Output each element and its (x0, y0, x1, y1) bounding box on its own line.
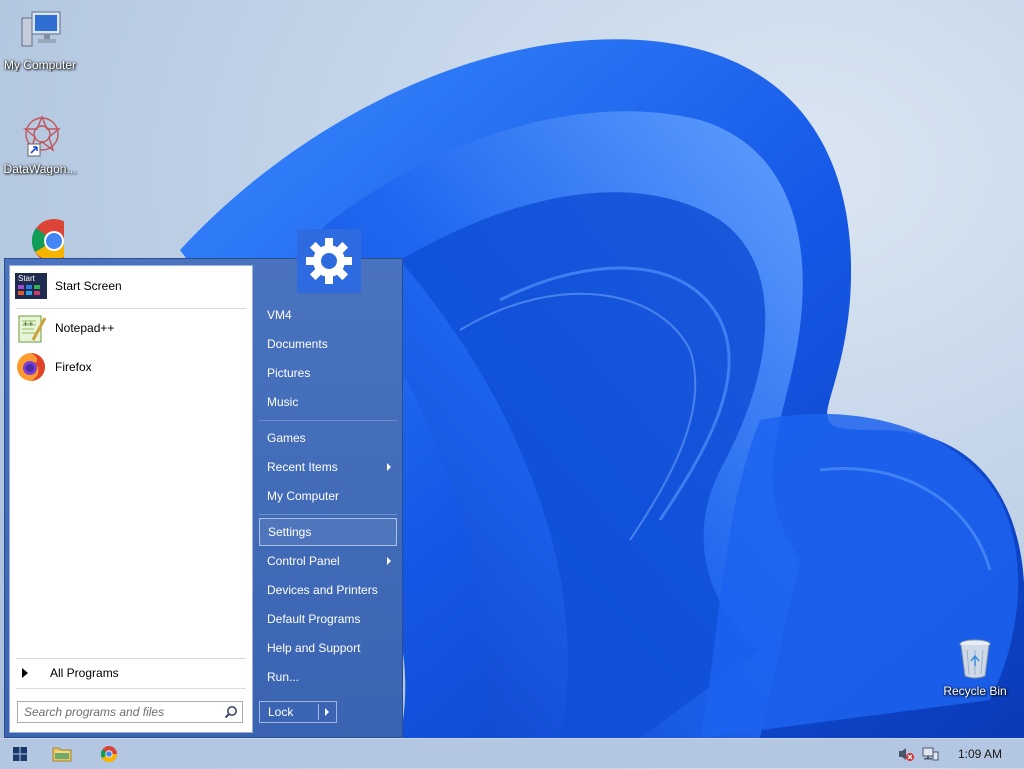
computer-icon (16, 8, 64, 56)
places-item-label: Settings (268, 525, 312, 539)
places-item-label: Music (267, 395, 299, 409)
taskbar-clock[interactable]: 1:09 AM (958, 739, 1002, 769)
search-programs-box[interactable] (17, 701, 243, 723)
taskbar-chrome[interactable] (89, 739, 129, 769)
svg-text:Start: Start (18, 274, 36, 283)
places-item-label: Recent Items (267, 460, 338, 474)
gear-icon (306, 238, 352, 284)
places-item-vm4[interactable]: VM4 (259, 302, 397, 328)
places-item-label: Run... (267, 670, 300, 684)
start-menu-programs-pane: Start Start Screen ++ Notepad++ Firefox … (9, 265, 253, 733)
places-item-label: Documents (267, 337, 328, 351)
desktop-icon-datawagon[interactable]: DataWagon... (0, 112, 80, 176)
lock-button[interactable]: Lock (259, 701, 337, 723)
windows-logo-icon (13, 747, 27, 761)
places-item-my-computer[interactable]: My Computer (259, 483, 397, 509)
places-item-label: Pictures (267, 366, 311, 380)
places-item-documents[interactable]: Documents (259, 331, 397, 357)
file-explorer-icon (52, 747, 72, 762)
firefox-icon (15, 351, 47, 383)
places-item-games[interactable]: Games (259, 425, 397, 451)
start-item-label: Firefox (55, 360, 92, 374)
start-button[interactable] (0, 739, 40, 769)
places-item-label: Default Programs (267, 612, 361, 626)
start-item-notepad-plus-plus[interactable]: ++ Notepad++ (10, 310, 252, 346)
lock-button-label: Lock (268, 705, 294, 719)
all-programs-button[interactable]: All Programs (10, 662, 252, 684)
recycle-bin-icon (951, 634, 999, 682)
triangle-right-icon (22, 668, 28, 678)
start-item-label: Notepad++ (55, 321, 115, 335)
places-item-devices-and-printers[interactable]: Devices and Printers (259, 577, 397, 603)
separator (259, 514, 397, 515)
submenu-arrow-icon (387, 557, 391, 565)
start-item-label: Start Screen (55, 279, 122, 293)
desktop-icon-label: DataWagon... (3, 162, 77, 176)
places-item-help-and-support[interactable]: Help and Support (259, 635, 397, 661)
desktop-icon-my-computer[interactable]: My Computer (0, 8, 80, 72)
lock-options-arrow-icon[interactable] (325, 708, 329, 716)
desktop-icon-recycle-bin[interactable]: Recycle Bin (935, 634, 1015, 698)
places-item-label: Devices and Printers (267, 583, 378, 597)
start-screen-icon: Start (15, 270, 47, 302)
taskbar: 1:09 AM (0, 738, 1024, 768)
places-item-recent-items[interactable]: Recent Items (259, 454, 397, 480)
places-item-run[interactable]: Run... (259, 664, 397, 690)
separator (16, 688, 246, 689)
places-item-settings[interactable]: Settings (259, 518, 397, 546)
notepad-plus-plus-icon: ++ (15, 312, 47, 344)
tray-network[interactable] (910, 739, 950, 769)
search-programs-input[interactable] (18, 702, 224, 722)
separator (318, 704, 319, 720)
desktop-icon-chrome[interactable] (0, 216, 80, 264)
places-item-control-panel[interactable]: Control Panel (259, 548, 397, 574)
places-item-label: VM4 (267, 308, 292, 322)
start-item-firefox[interactable]: Firefox (10, 349, 252, 385)
submenu-arrow-icon (387, 463, 391, 471)
desktop-icon-label: My Computer (3, 58, 77, 72)
network-icon (922, 747, 939, 761)
chrome-icon (16, 216, 76, 264)
search-icon[interactable] (224, 705, 238, 719)
svg-text:++: ++ (23, 319, 34, 329)
start-menu: Start Start Screen ++ Notepad++ Firefox … (4, 229, 403, 738)
places-item-pictures[interactable]: Pictures (259, 360, 397, 386)
places-item-default-programs[interactable]: Default Programs (259, 606, 397, 632)
places-item-music[interactable]: Music (259, 389, 397, 415)
separator (16, 308, 246, 309)
separator (259, 420, 397, 421)
separator (16, 658, 246, 659)
desktop-icon-label: Recycle Bin (943, 684, 1007, 698)
datawagon-icon (16, 112, 64, 160)
places-item-label: Control Panel (267, 554, 340, 568)
start-item-start-screen[interactable]: Start Start Screen (10, 268, 252, 304)
chrome-icon (101, 746, 118, 763)
taskbar-file-explorer[interactable] (42, 739, 82, 769)
start-menu-places-pane: VM4 Documents Pictures Music Games Recen… (255, 229, 403, 737)
places-item-label: My Computer (267, 489, 340, 503)
places-item-label: Help and Support (267, 641, 361, 655)
places-item-label: Games (267, 431, 306, 445)
all-programs-label: All Programs (50, 666, 119, 680)
user-tile[interactable] (297, 229, 361, 293)
